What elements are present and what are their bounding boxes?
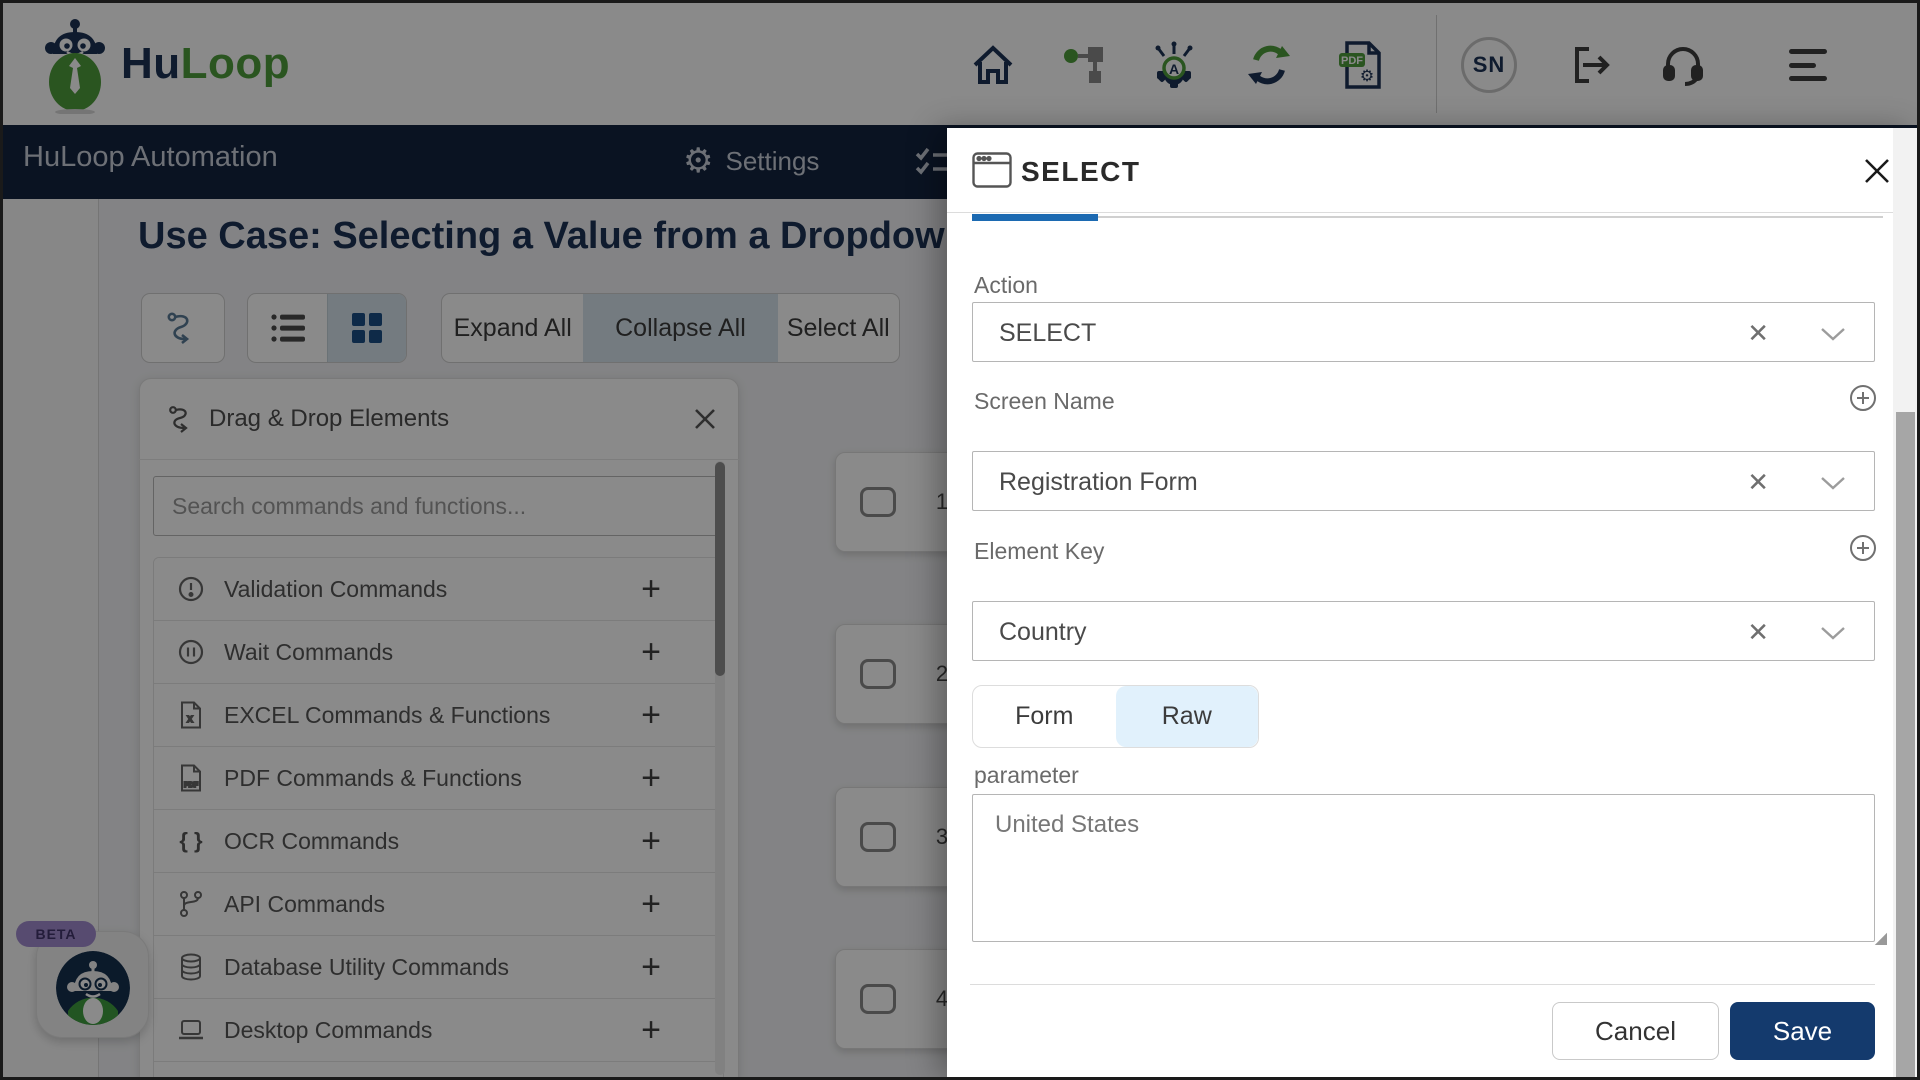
active-tab-indicator [972, 214, 1098, 221]
action-label: Action [974, 272, 1038, 298]
parameter-label: parameter [974, 762, 1079, 788]
tab-track [1098, 216, 1883, 218]
add-screen-icon[interactable] [1849, 384, 1877, 412]
screen-name-select[interactable]: Registration Form ✕ [972, 451, 1875, 511]
clear-icon[interactable]: ✕ [1747, 320, 1769, 346]
clear-icon[interactable]: ✕ [1747, 619, 1769, 645]
window-icon [972, 152, 1012, 188]
action-select[interactable]: SELECT ✕ [972, 302, 1875, 362]
raw-tab[interactable]: Raw [1115, 686, 1258, 747]
element-key-label: Element Key [974, 538, 1105, 564]
element-key-select[interactable]: Country ✕ [972, 601, 1875, 661]
form-raw-toggle: Form Raw [972, 685, 1259, 748]
footer-divider [970, 984, 1875, 985]
chevron-down-icon[interactable] [1820, 327, 1846, 341]
select-modal: SELECT Action SELECT ✕ Screen Name Regis… [947, 128, 1917, 1077]
chevron-down-icon[interactable] [1820, 626, 1846, 640]
close-icon[interactable] [1862, 156, 1892, 186]
add-element-icon[interactable] [1849, 534, 1877, 562]
parameter-textarea[interactable]: United States [972, 794, 1875, 942]
screen-name-label: Screen Name [974, 388, 1115, 414]
modal-scrollbar-thumb[interactable] [1896, 412, 1915, 1077]
app-window: HuLoop A PDF ⚙ SN HuLoop Automation ⚙ Se… [0, 0, 1920, 1080]
action-value: SELECT [999, 319, 1097, 347]
save-button[interactable]: Save [1730, 1002, 1875, 1060]
modal-title: SELECT [1021, 156, 1141, 187]
element-key-value: Country [999, 618, 1087, 646]
resize-handle[interactable]: ◢ [1875, 928, 1887, 948]
cancel-button[interactable]: Cancel [1552, 1002, 1719, 1060]
clear-icon[interactable]: ✕ [1747, 469, 1769, 495]
screen-name-value: Registration Form [999, 468, 1198, 496]
form-tab[interactable]: Form [973, 686, 1116, 747]
chevron-down-icon[interactable] [1820, 476, 1846, 490]
